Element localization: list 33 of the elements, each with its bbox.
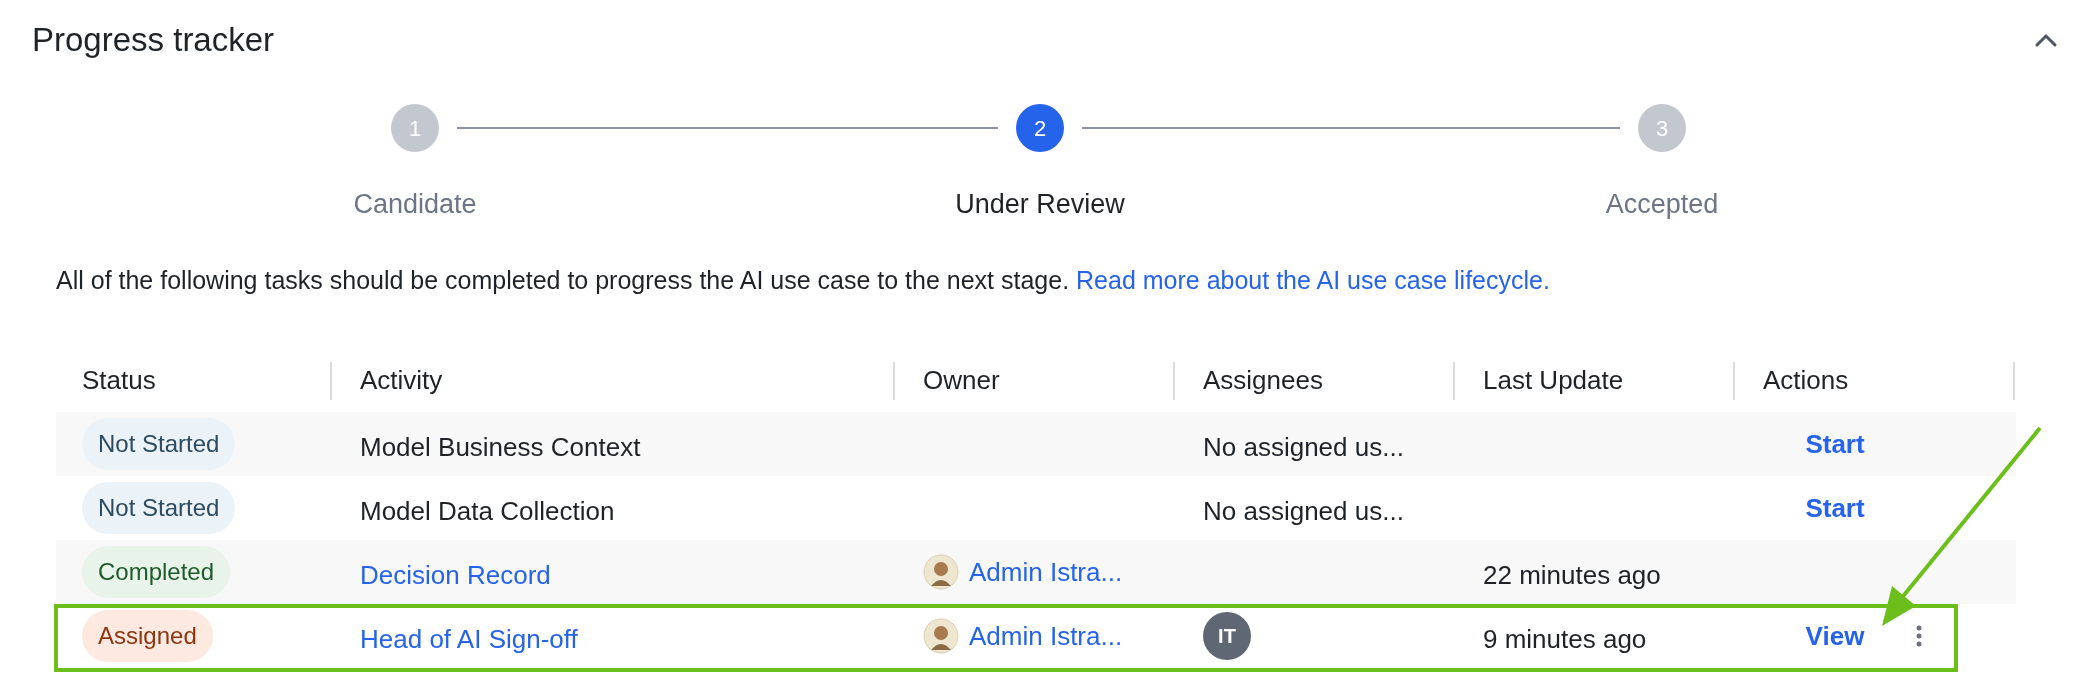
activity-name: Model Business Context <box>360 430 641 464</box>
section-title: Progress tracker <box>32 20 275 61</box>
activity-name: Model Data Collection <box>360 494 615 528</box>
last-update-text: 9 minutes ago <box>1483 622 1647 656</box>
owner-link[interactable]: Admin Istra... <box>969 552 1123 592</box>
status-badge: Completed <box>82 546 231 598</box>
lifecycle-link[interactable]: Read more about the AI use case lifecycle. <box>1076 266 1550 294</box>
action-button[interactable]: Start <box>1795 488 1875 528</box>
last-update-text: 22 minutes ago <box>1483 558 1661 592</box>
user-avatar <box>923 554 959 590</box>
column-header: Activity <box>359 363 443 397</box>
assignees-text: No assigned us... <box>1203 494 1404 528</box>
status-badge: Assigned <box>82 610 213 662</box>
step-label: Candidate <box>352 188 478 221</box>
chevron-up-icon[interactable] <box>2035 33 2057 47</box>
description-text: All of the following tasks should be completed to progress the AI use case to the next stage. Read more about the AI use case lifecycle. <box>55 265 1551 296</box>
activity-link[interactable]: Decision Record <box>360 555 551 595</box>
action-button[interactable]: Start <box>1795 424 1875 464</box>
column-header: Assignees <box>1202 363 1323 397</box>
column-header: Last Update <box>1482 363 1624 397</box>
status-badge: Not Started <box>82 418 236 470</box>
status-badge: Not Started <box>82 482 236 534</box>
column-header: Actions <box>1762 363 1849 397</box>
assignee-avatar: IT <box>1203 612 1251 660</box>
step-label: Accepted <box>1604 188 1720 221</box>
user-avatar <box>923 618 959 654</box>
action-button[interactable]: View <box>1795 616 1875 656</box>
column-header: Owner <box>922 363 1000 397</box>
assignees-text: No assigned us... <box>1203 430 1404 464</box>
activity-link[interactable]: Head of AI Sign-off <box>360 619 578 659</box>
column-header: Status <box>81 363 156 397</box>
owner-link[interactable]: Admin Istra... <box>969 616 1123 656</box>
step-label: Under Review <box>954 188 1126 221</box>
